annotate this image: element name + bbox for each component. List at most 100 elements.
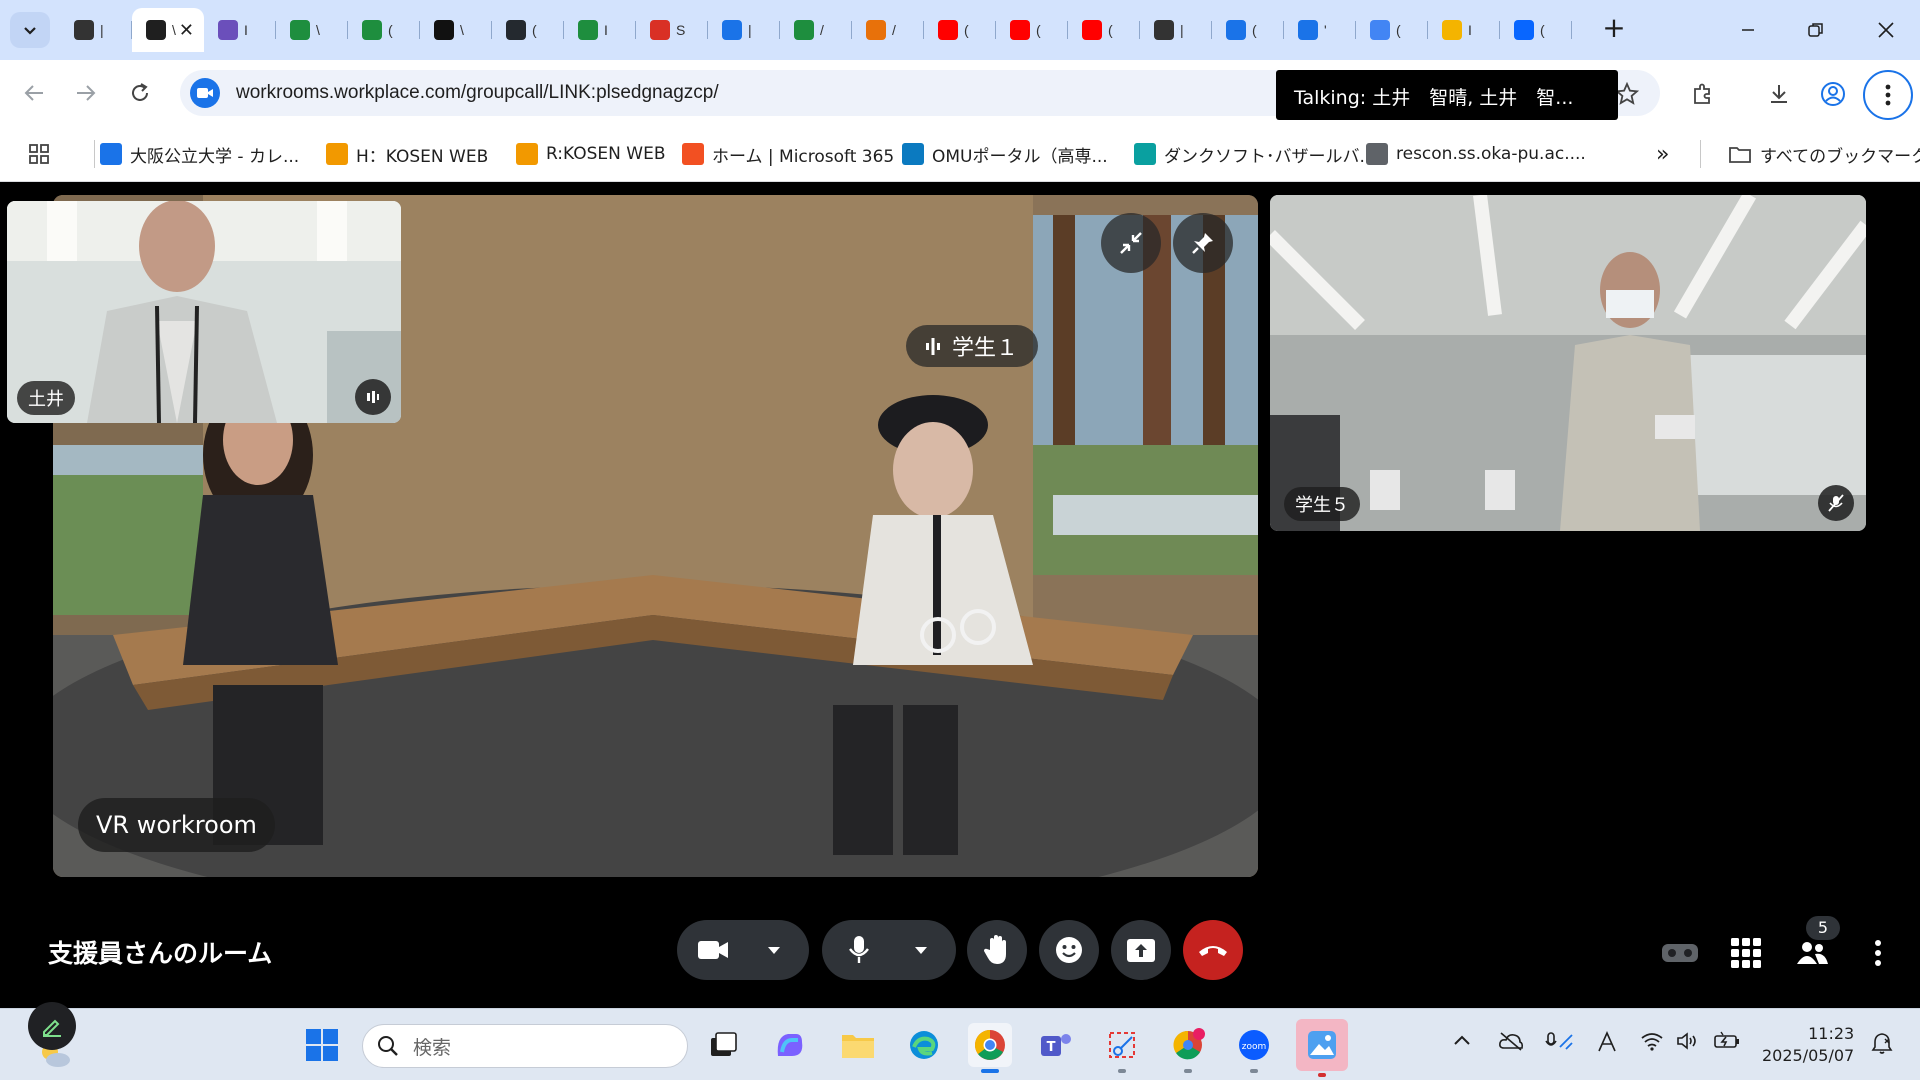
leave-call-button[interactable] (1183, 920, 1243, 980)
running-app-indicator (1184, 1069, 1192, 1073)
self-video-tile[interactable]: 土井 (7, 201, 401, 423)
scissors-icon (1109, 1032, 1135, 1058)
new-tab-button[interactable]: + (1596, 12, 1632, 48)
pen-menu-button[interactable] (28, 1002, 76, 1050)
more-options-button[interactable] (1856, 931, 1900, 975)
browser-tab[interactable]: | (60, 8, 132, 52)
taskbar-search-box[interactable]: 検索 (362, 1024, 688, 1068)
zoom-app[interactable]: zoom (1232, 1023, 1276, 1073)
tab-title: \ (316, 22, 320, 38)
battery-button[interactable] (1714, 1031, 1740, 1056)
tab-title: \ (172, 22, 176, 38)
profile-icon (1821, 82, 1845, 106)
browser-tab[interactable]: ( (1212, 8, 1284, 52)
apps-button[interactable] (28, 140, 50, 168)
apps-menu-button[interactable] (1724, 931, 1768, 975)
vr-view-button[interactable] (1658, 931, 1702, 975)
camera-toggle-button[interactable] (677, 920, 749, 980)
task-view-button[interactable] (702, 1023, 746, 1067)
voice-icon (1545, 1032, 1573, 1050)
url-text[interactable]: workrooms.workplace.com/groupcall/LINK:p… (236, 82, 719, 104)
tab-title: / (892, 22, 896, 38)
file-explorer-app[interactable] (836, 1023, 880, 1067)
browser-tab[interactable]: ( (1356, 8, 1428, 52)
tm-icon (722, 20, 742, 40)
notifications-button[interactable] (1870, 1031, 1894, 1060)
back-button[interactable] (18, 77, 50, 109)
teams-app[interactable]: T (1034, 1023, 1078, 1067)
onedrive-button[interactable] (1498, 1031, 1524, 1056)
browser-tab[interactable]: \ (420, 8, 492, 52)
downloads-button[interactable] (1762, 77, 1796, 111)
bookmark-item[interactable]: ホーム | Microsoft 365 (682, 140, 894, 168)
reactions-button[interactable] (1039, 920, 1099, 980)
extensions-button[interactable] (1686, 77, 1720, 111)
browser-tab[interactable]: \ ✕ (132, 8, 204, 52)
minimize-tile-button[interactable] (1101, 213, 1161, 273)
bookmark-item[interactable]: OMUポータル（高専... (902, 140, 1108, 168)
bookmark-item[interactable]: R:KOSEN WEB (516, 140, 665, 168)
active-speaker-name: 学生１ (952, 336, 1019, 361)
video-call-site-icon[interactable] (190, 78, 220, 108)
minimize-button[interactable] (1728, 10, 1768, 50)
bookmark-item[interactable]: H：KOSEN WEB (326, 140, 488, 168)
camera-options-button[interactable] (749, 920, 799, 980)
bookmark-item[interactable]: ダンクソフト･バザールバ... (1134, 140, 1376, 168)
wifi-button[interactable] (1640, 1031, 1664, 1056)
browser-tab[interactable]: ( (1068, 8, 1140, 52)
mic-options-button[interactable] (896, 920, 946, 980)
browser-tab[interactable]: ( (996, 8, 1068, 52)
input-method-button[interactable] (1596, 1031, 1618, 1058)
browser-tab[interactable]: \ (276, 8, 348, 52)
close-window-button[interactable] (1866, 10, 1906, 50)
browser-menu-button[interactable] (1863, 70, 1913, 120)
tab-search-button[interactable] (10, 12, 50, 48)
chrome-profile-app[interactable] (1166, 1023, 1210, 1073)
voice-access-button[interactable] (1544, 1031, 1574, 1058)
edge-app[interactable] (902, 1023, 946, 1067)
browser-tab[interactable]: ( (924, 8, 996, 52)
browser-tab[interactable]: I (564, 8, 636, 52)
browser-tab[interactable]: / (852, 8, 924, 52)
tab-title: I (604, 22, 608, 38)
pin-tile-button[interactable] (1173, 213, 1233, 273)
bookmark-item[interactable]: 大阪公立大学 - カレ... (100, 140, 299, 168)
close-tab-button[interactable]: ✕ (179, 20, 194, 41)
mic-toggle-button[interactable] (822, 920, 896, 980)
snipping-tool-app[interactable] (1100, 1023, 1144, 1073)
show-hidden-icons-button[interactable] (1452, 1031, 1472, 1056)
browser-tab[interactable]: ' (1284, 8, 1356, 52)
browser-tab[interactable]: I (204, 8, 276, 52)
bookmark-label: 大阪公立大学 - カレ... (130, 146, 300, 167)
restore-button[interactable] (1796, 10, 1836, 50)
raise-hand-button[interactable] (967, 920, 1027, 980)
pen-icon (43, 1019, 61, 1037)
browser-tab[interactable]: | (1140, 8, 1212, 52)
browser-tab[interactable]: ( (492, 8, 564, 52)
copilot-app[interactable] (768, 1023, 812, 1067)
forward-button[interactable] (70, 77, 102, 109)
all-bookmarks-button[interactable]: すべてのブックマーク (1728, 140, 1920, 168)
participant-name-label: 学生５ (1284, 487, 1360, 521)
system-clock[interactable]: 11:23 2025/05/07 (1762, 1023, 1854, 1067)
google-drive-icon (578, 20, 598, 40)
reload-button[interactable] (124, 77, 156, 109)
volume-button[interactable] (1676, 1031, 1700, 1056)
browser-tab[interactable]: | (708, 8, 780, 52)
bookmark-item[interactable]: rescon.ss.oka-pu.ac.... (1366, 140, 1586, 168)
chrome-app[interactable] (968, 1023, 1012, 1073)
browser-tab[interactable]: S (636, 8, 708, 52)
more-bookmarks-button[interactable]: » (1656, 140, 1669, 168)
photos-app[interactable] (1296, 1019, 1348, 1077)
start-button[interactable] (300, 1023, 344, 1067)
browser-tab[interactable]: / (780, 8, 852, 52)
browser-tab[interactable]: ( (1500, 8, 1572, 52)
profile-button[interactable] (1816, 77, 1850, 111)
participant-video-tile[interactable]: 学生５ (1270, 195, 1866, 531)
share-screen-button[interactable] (1111, 920, 1171, 980)
participant-count-badge: 5 (1806, 916, 1840, 940)
google-drive-icon (290, 20, 310, 40)
raise-hand-icon (983, 935, 1006, 964)
browser-tab[interactable]: I (1428, 8, 1500, 52)
browser-tab[interactable]: ( (348, 8, 420, 52)
